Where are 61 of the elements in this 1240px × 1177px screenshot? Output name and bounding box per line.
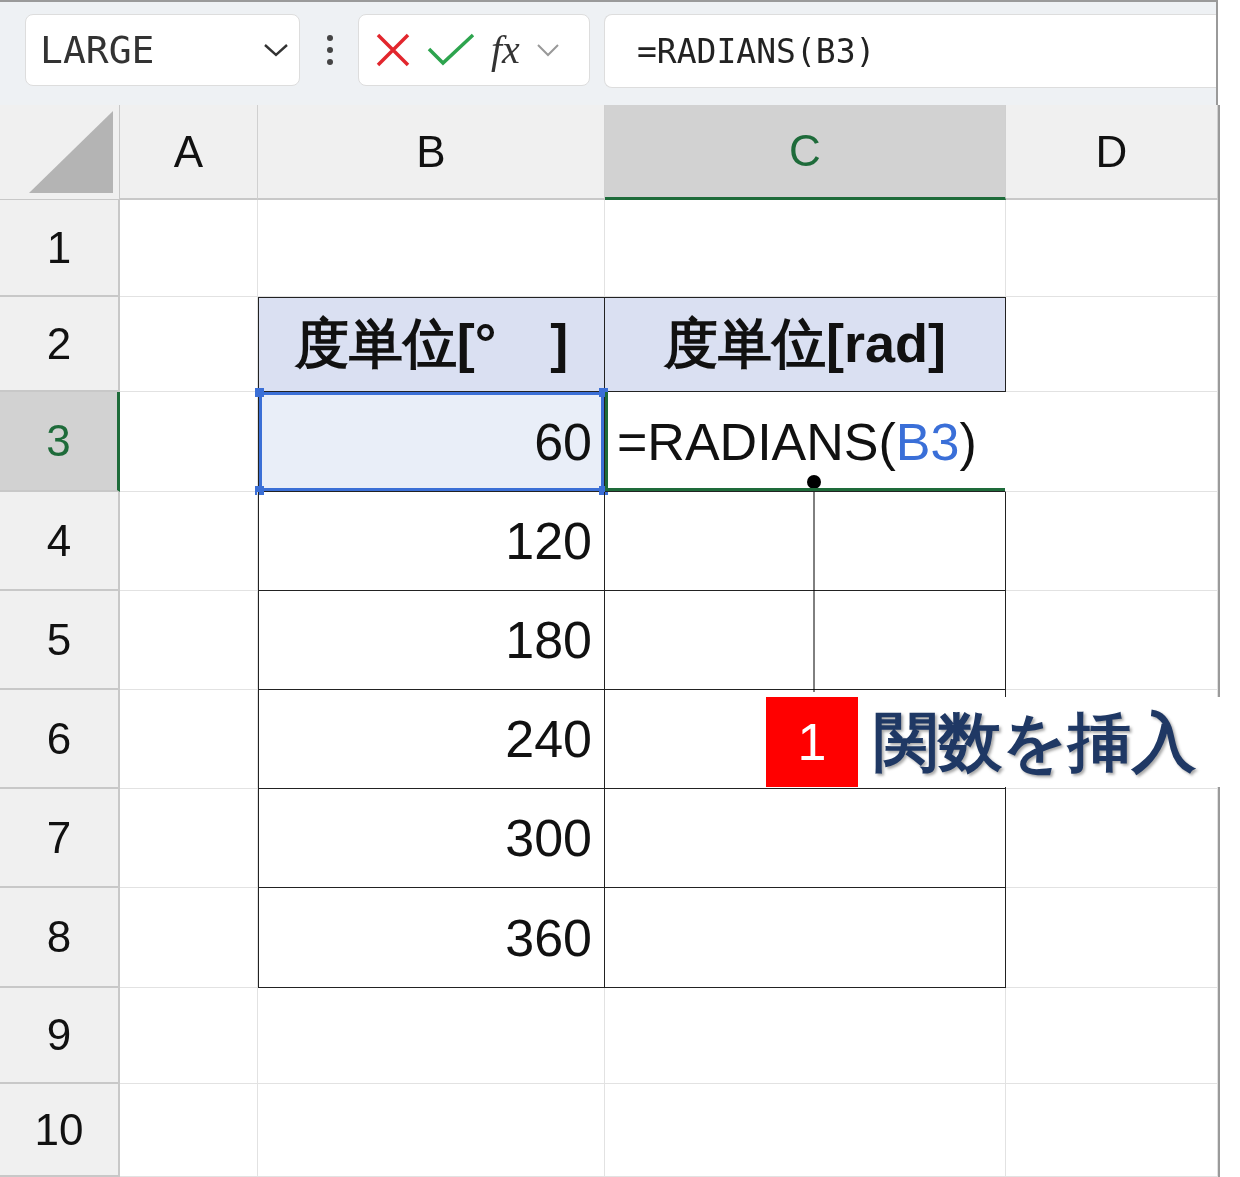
table-cell[interactable]: 度単位[° ] (258, 297, 605, 392)
grid-cell[interactable] (1006, 200, 1218, 297)
grid-cell[interactable] (1006, 392, 1218, 492)
column-header[interactable]: B (258, 105, 605, 200)
row-header[interactable]: 3 (0, 392, 120, 492)
row-header[interactable]: 5 (0, 591, 120, 690)
name-box[interactable]: LARGE (25, 14, 300, 86)
selection-handle[interactable] (255, 388, 264, 397)
table-cell[interactable] (605, 492, 1006, 591)
grid-cell[interactable] (120, 492, 258, 591)
grid-cell[interactable] (120, 1084, 258, 1177)
table-cell[interactable] (605, 591, 1006, 690)
column-header[interactable]: C (605, 105, 1006, 200)
row-header[interactable]: 10 (0, 1084, 120, 1177)
grid-cell[interactable] (120, 690, 258, 789)
grid-cell[interactable] (258, 988, 605, 1084)
grid-cell[interactable] (120, 591, 258, 690)
table-cell[interactable]: 180 (258, 591, 605, 690)
chevron-down-icon (263, 42, 289, 58)
table-cell[interactable]: =RADIANS(B3) (605, 392, 1006, 492)
column-header[interactable]: A (120, 105, 258, 200)
grid-cell[interactable] (1006, 591, 1218, 690)
grid-cell[interactable] (605, 1084, 1006, 1177)
table-cell[interactable] (605, 789, 1006, 888)
grid-cell[interactable] (1006, 297, 1218, 392)
chevron-down-icon[interactable] (535, 42, 560, 58)
insert-function-button[interactable]: fx (491, 30, 520, 70)
grid-cell[interactable] (1006, 988, 1218, 1084)
cancel-icon[interactable] (375, 32, 411, 68)
table-cell[interactable]: 度単位[rad] (605, 297, 1006, 392)
grid-cell[interactable] (1006, 888, 1218, 988)
formula-field[interactable]: =RADIANS(B3) (604, 14, 1216, 88)
row-header[interactable]: 8 (0, 888, 120, 988)
grid-cell[interactable] (120, 789, 258, 888)
more-options-icon[interactable] (326, 34, 334, 66)
table-cell[interactable]: 240 (258, 690, 605, 789)
checkmark-icon[interactable] (427, 33, 475, 67)
grid-cell[interactable] (1006, 1084, 1218, 1177)
selection-handle[interactable] (255, 486, 264, 495)
row-header[interactable]: 4 (0, 492, 120, 591)
grid-cell[interactable] (605, 988, 1006, 1084)
row-header[interactable]: 6 (0, 690, 120, 789)
grid-cell[interactable] (120, 200, 258, 297)
grid-cell[interactable] (120, 988, 258, 1084)
selection-handle[interactable] (599, 388, 608, 397)
grid-cell[interactable] (258, 1084, 605, 1177)
table-cell[interactable]: 120 (258, 492, 605, 591)
row-header[interactable]: 1 (0, 200, 120, 297)
grid-cell[interactable] (1006, 492, 1218, 591)
row-header[interactable]: 2 (0, 297, 120, 392)
table-cell[interactable]: 360 (258, 888, 605, 988)
table-cell[interactable] (605, 888, 1006, 988)
row-header[interactable]: 9 (0, 988, 120, 1084)
grid-cell[interactable] (1006, 789, 1218, 888)
step-number-tooltip: 1 (766, 697, 858, 787)
selection-handle[interactable] (599, 486, 608, 495)
column-header[interactable]: D (1006, 105, 1218, 200)
table-cell[interactable]: 300 (258, 789, 605, 888)
select-all-icon[interactable] (29, 111, 113, 193)
row-header[interactable]: 7 (0, 789, 120, 888)
grid-cell[interactable] (120, 888, 258, 988)
